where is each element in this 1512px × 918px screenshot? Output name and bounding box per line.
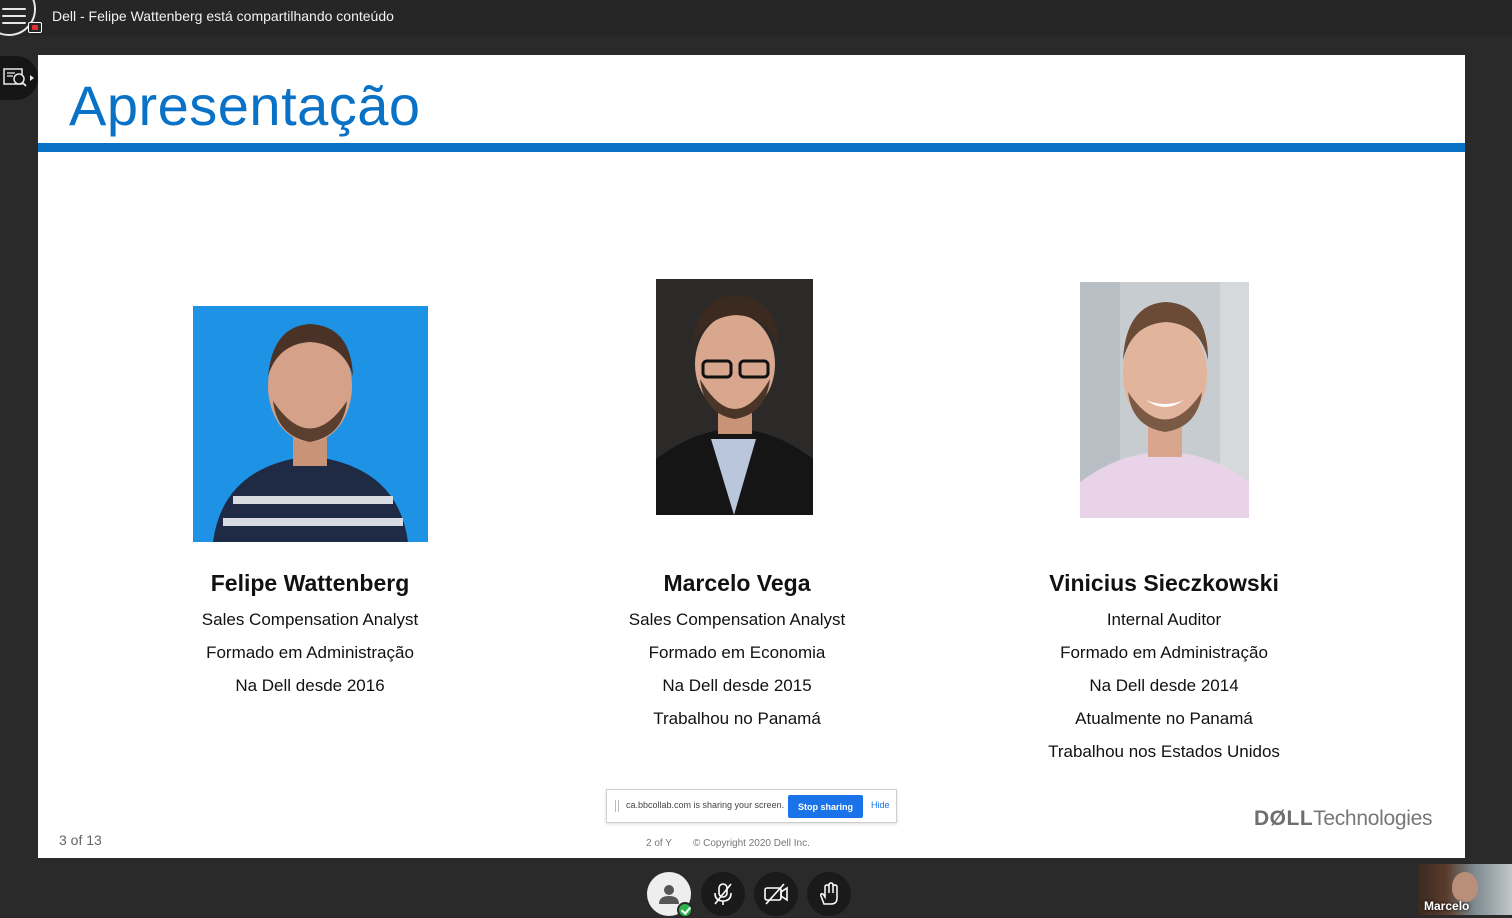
photo-felipe [193, 306, 428, 542]
stop-sharing-button[interactable]: Stop sharing [788, 795, 863, 818]
recording-icon [28, 22, 42, 33]
person-detail: Na Dell desde 2014 [1089, 676, 1239, 695]
camera-toggle[interactable] [754, 872, 798, 916]
person-detail: Formado em Administração [206, 643, 414, 662]
person-detail: Trabalhou nos Estados Unidos [1048, 742, 1280, 761]
participant-face [1452, 872, 1478, 902]
collaborate-panel-button[interactable] [0, 56, 38, 100]
drag-handle-icon[interactable] [615, 800, 619, 812]
person-detail: Formado em Administração [1060, 643, 1268, 662]
person-card: Marcelo Vega Sales Compensation Analyst … [587, 570, 887, 729]
person-detail: Sales Compensation Analyst [628, 610, 846, 629]
person-detail: Trabalhou no Panamá [653, 709, 821, 728]
person-card: Felipe Wattenberg Sales Compensation Ana… [160, 570, 460, 696]
hand-icon [820, 882, 838, 905]
slide-title: Apresentação [69, 74, 421, 137]
sharing-message: ca.bbcollab.com is sharing your screen. [626, 800, 785, 810]
self-video-name: Marcelo [1424, 899, 1470, 913]
footer-page-number: 2 of Y [646, 838, 672, 849]
hamburger-icon [2, 8, 26, 28]
person-detail: Sales Compensation Analyst [201, 610, 419, 629]
person-name: Vinicius Sieczkowski [1049, 570, 1279, 596]
raise-hand-button[interactable] [807, 872, 851, 916]
session-title: Dell - Felipe Wattenberg está compartilh… [52, 8, 394, 24]
person-detail: Na Dell desde 2016 [235, 676, 385, 695]
my-status-button[interactable] [647, 872, 693, 918]
self-video-preview[interactable]: Marcelo [1418, 864, 1512, 915]
user-avatar-icon [659, 885, 679, 904]
person-detail: Atualmente no Panamá [1075, 709, 1253, 728]
footer-copyright: © Copyright 2020 Dell Inc. [693, 838, 810, 849]
person-detail: Na Dell desde 2015 [662, 676, 812, 695]
shared-slide: Apresentação Felipe Wattenberg Sales Com… [38, 55, 1465, 858]
camera-off-icon [764, 883, 788, 905]
person-card: Vinicius Sieczkowski Internal Auditor Fo… [1014, 570, 1314, 762]
person-detail: Internal Auditor [1106, 610, 1222, 629]
share-content-icon [3, 68, 34, 87]
title-divider [38, 143, 1465, 152]
person-name: Felipe Wattenberg [210, 570, 410, 596]
status-check-icon [677, 902, 693, 918]
dell-wordmark: DØLL [1254, 807, 1314, 830]
photo-marcelo [656, 279, 813, 515]
top-bar: Dell - Felipe Wattenberg está compartilh… [0, 0, 1512, 36]
technologies-wordmark: Technologies [1313, 807, 1433, 830]
slide-counter: 3 of 13 [59, 832, 102, 848]
dell-technologies-logo: DØLLTechnologies [1254, 807, 1432, 831]
microphone-muted-icon [714, 883, 732, 905]
session-menu-button[interactable] [0, 0, 42, 36]
person-detail: Formado em Economia [648, 643, 826, 662]
hide-sharing-bar-link[interactable]: Hide [871, 800, 890, 810]
photo-vinicius [1080, 282, 1249, 518]
person-name: Marcelo Vega [663, 570, 811, 596]
microphone-toggle[interactable] [701, 872, 745, 916]
screen-sharing-bar: ca.bbcollab.com is sharing your screen. … [606, 789, 897, 823]
